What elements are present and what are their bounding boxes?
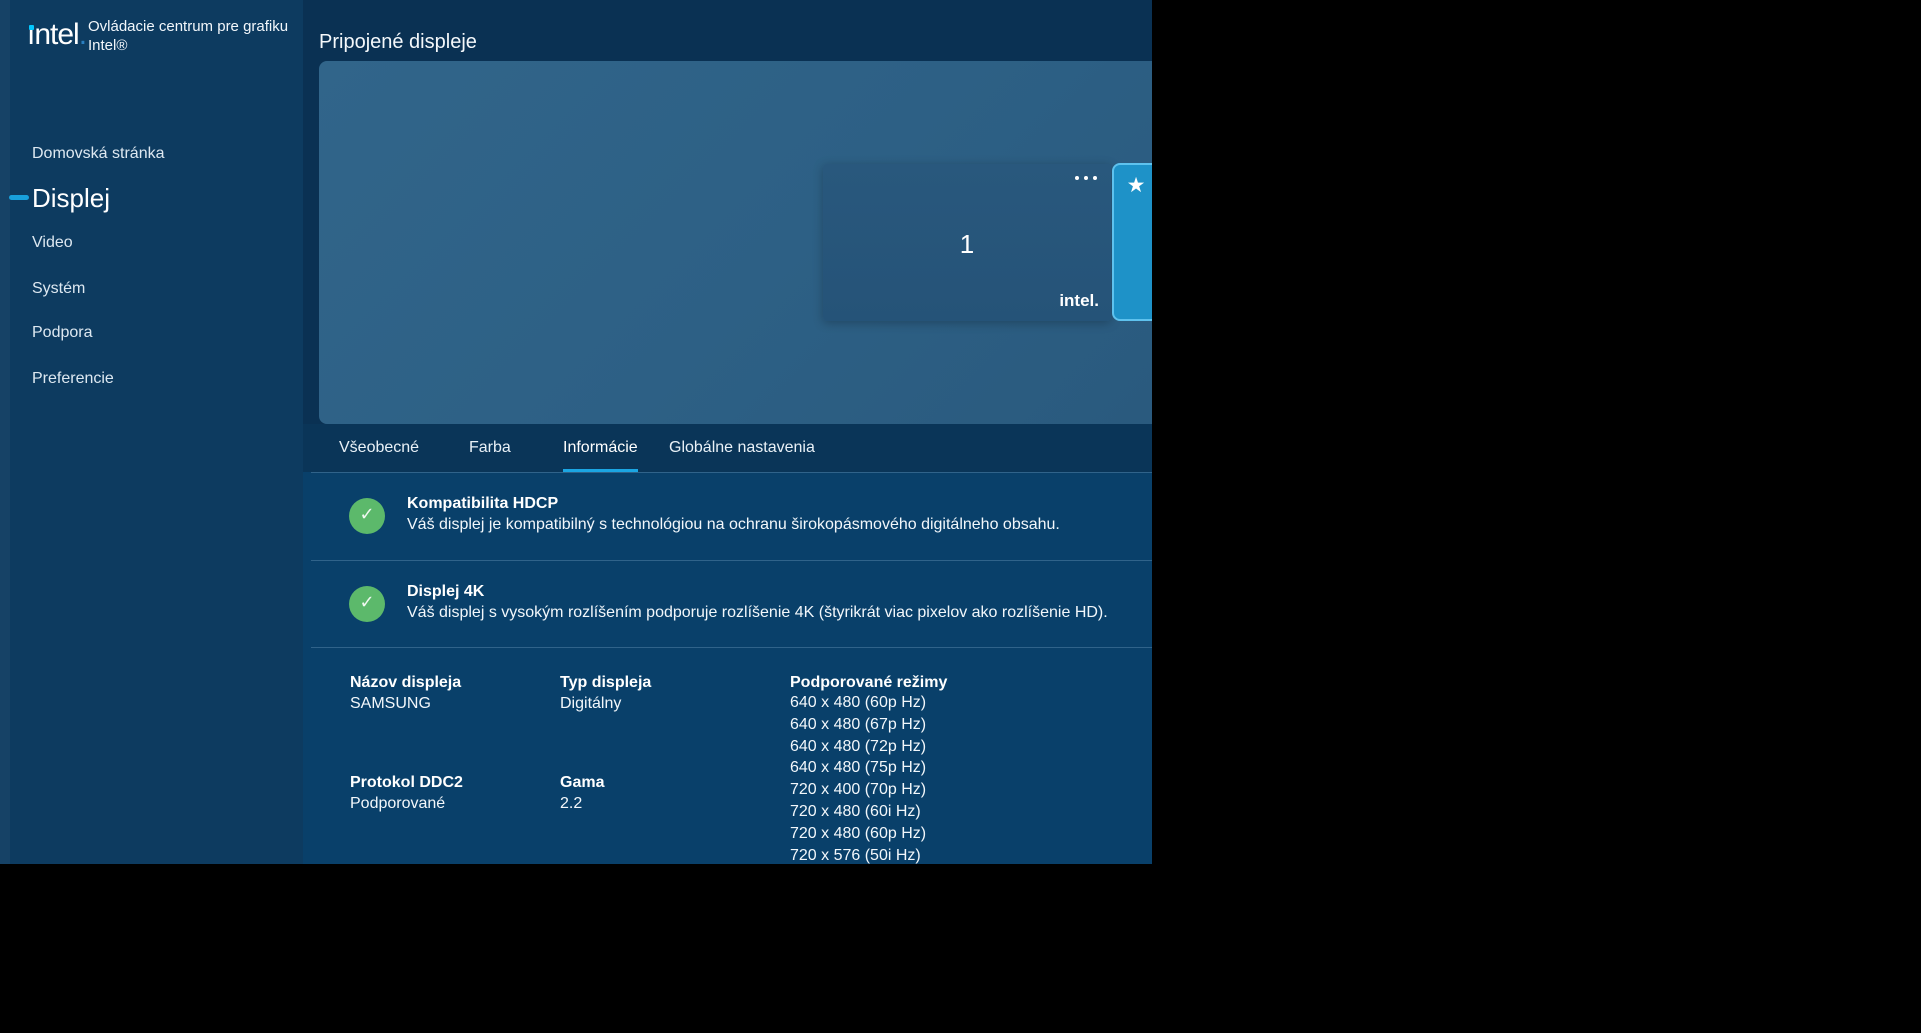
display-number: 1 (959, 229, 975, 259)
hdcp-status-row: ✓ Kompatibilita HDCP Váš displej je komp… (303, 473, 1152, 560)
supported-modes-label: Podporované režimy (790, 674, 948, 691)
app-title-line2: Intel® (88, 37, 128, 54)
intel-brand-label: intel. (1059, 291, 1099, 310)
hdcp-title: Kompatibilita HDCP (407, 495, 559, 512)
hdcp-description: Váš displej je kompatibilný s technológi… (407, 516, 1060, 533)
main-panel: Pripojené displeje 1 intel. ★ Všeobecné … (303, 0, 1152, 864)
connected-displays-preview: 1 intel. ★ (319, 61, 1152, 424)
sidebar-item-display[interactable]: Displej (32, 183, 110, 214)
star-icon: ★ (1126, 173, 1146, 197)
display-tile-1[interactable]: 1 intel. (823, 164, 1111, 321)
ddc2-protocol-label: Protokol DDC2 (350, 774, 463, 791)
ddc2-protocol-value: Podporované (350, 795, 446, 812)
display-type-label: Typ displeja (560, 674, 652, 691)
tab-general[interactable]: Všeobecné (339, 424, 419, 472)
intel-logo: ı ntel. (27, 18, 87, 51)
app-title: Ovládacie centrum pre grafiku Intel® (88, 17, 298, 55)
intel-graphics-command-center-window: ı ntel. Ovládacie centrum pre grafiku Int… (0, 0, 1152, 864)
sidebar-item-video[interactable]: Video (32, 234, 73, 252)
display-type-value: Digitálny (560, 695, 622, 712)
mode-item: 720 x 400 (70p Hz) (790, 781, 927, 799)
gamma-label: Gama (560, 774, 605, 791)
mode-item: 720 x 480 (60i Hz) (790, 802, 921, 820)
display-4k-title: Displej 4K (407, 583, 485, 600)
check-icon: ✓ (349, 586, 385, 622)
mode-item: 640 x 480 (67p Hz) (790, 715, 927, 733)
display-name-value: SAMSUNG (350, 695, 431, 712)
sidebar-item-home[interactable]: Domovská stránka (32, 145, 165, 163)
display-4k-description: Váš displej s vysokým rozlíšením podporu… (407, 604, 1108, 621)
logo-i-dot (29, 25, 34, 30)
mode-item: 640 x 480 (72p Hz) (790, 737, 927, 755)
sidebar: ı ntel. Ovládacie centrum pre grafiku Int… (0, 0, 303, 864)
selected-item-indicator (9, 195, 29, 200)
display-name-label: Názov displeja (350, 674, 462, 691)
mode-item: 720 x 576 (50i Hz) (790, 846, 921, 864)
display-4k-status-row: ✓ Displej 4K Váš displej s vysokým rozlí… (303, 561, 1152, 648)
sidebar-item-system[interactable]: Systém (32, 280, 85, 298)
tab-global-settings[interactable]: Globálne nastavenia (669, 424, 815, 472)
mode-item: 640 x 480 (75p Hz) (790, 759, 927, 777)
supported-modes-list: 640 x 480 (60p Hz) 640 x 480 (67p Hz) 64… (790, 692, 926, 864)
tab-color[interactable]: Farba (469, 424, 511, 472)
page-title: Pripojené displeje (319, 31, 477, 53)
sidebar-item-preferences[interactable]: Preferencie (32, 370, 114, 388)
favorite-display-button[interactable]: ★ (1112, 163, 1152, 321)
tab-information[interactable]: Informácie (563, 424, 638, 472)
app-title-line1: Ovládacie centrum pre grafiku (88, 18, 289, 35)
mode-item: 640 x 480 (60p Hz) (790, 694, 927, 711)
ellipsis-icon[interactable] (1073, 174, 1099, 182)
gamma-value: 2.2 (560, 795, 583, 812)
information-tab-content: ✓ Kompatibilita HDCP Váš displej je komp… (303, 472, 1152, 864)
display-tabbar: Všeobecné Farba Informácie Globálne nast… (303, 424, 1152, 472)
check-icon: ✓ (349, 498, 385, 534)
mode-item: 720 x 480 (60p Hz) (790, 824, 927, 842)
sidebar-item-support[interactable]: Podpora (32, 324, 93, 342)
display-details: Názov displeja SAMSUNG Typ displeja Digi… (303, 647, 1152, 864)
